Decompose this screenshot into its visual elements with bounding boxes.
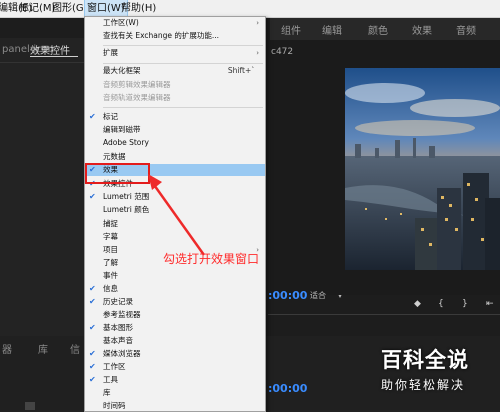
menu-item-history[interactable]: ✔ 历史记录: [85, 296, 265, 308]
scrubber-track[interactable]: [268, 314, 500, 315]
timeline-timecode: :00:00: [268, 382, 308, 395]
divider: [0, 62, 84, 63]
effect-controls-tab[interactable]: 效果控件: [30, 42, 70, 57]
menu-item-edit-to-tape[interactable]: 编辑到磁带: [85, 124, 265, 136]
menu-item-info[interactable]: ✔ 信息: [85, 283, 265, 295]
menu-item-exchange[interactable]: 查找有关 Exchange 的扩展功能...: [85, 30, 265, 42]
menu-item-timecode[interactable]: 时间码: [85, 400, 265, 410]
chevron-right-icon: ›: [256, 49, 259, 57]
in-point-icon[interactable]: {: [438, 299, 444, 309]
tab-audio[interactable]: 音频: [456, 22, 476, 37]
checkmark-icon: ✔: [89, 375, 96, 384]
menu-item-essential-sound[interactable]: 基本声音: [85, 335, 265, 347]
chevron-down-icon: ▾: [338, 293, 342, 300]
menu-separator: [103, 107, 263, 108]
tab-color[interactable]: 颜色: [368, 22, 388, 37]
menu-item-audio-track-effect-editor: 音频轨道效果编辑器: [103, 93, 171, 102]
watermark-title: 百科全说: [381, 348, 469, 372]
checkmark-icon: ✔: [89, 192, 96, 201]
annotation-text: 勾选打开效果窗口: [163, 252, 260, 266]
left-panel: [0, 38, 84, 336]
step-back-icon[interactable]: ⇤: [486, 299, 494, 309]
menu-item-audio-clip-effect-editor: 音频剪辑效果编辑器: [103, 80, 171, 89]
chevron-right-icon: ›: [256, 19, 259, 27]
checkmark-icon: ✔: [89, 323, 96, 332]
menu-separator: [103, 63, 263, 64]
tab-underline: [30, 56, 78, 57]
menu-item-maximize-frame[interactable]: 最大化框架 Shift+`: [85, 65, 265, 77]
bottom-tab-2[interactable]: 库: [38, 341, 48, 356]
menu-item-essential-graphics[interactable]: ✔ 基本图形: [85, 322, 265, 334]
out-point-icon[interactable]: }: [462, 299, 468, 309]
watermark-subtitle: 助你轻松解决: [381, 378, 466, 392]
program-timecode: :00:00: [268, 289, 308, 302]
tab-assembly[interactable]: 组件: [281, 22, 301, 37]
menu-help[interactable]: 帮助(H): [121, 0, 156, 17]
city-image: [345, 68, 500, 270]
checkmark-icon: ✔: [89, 284, 96, 293]
menu-item-workspaces[interactable]: 工作区(W) ›: [85, 17, 265, 29]
menu-item-events[interactable]: 事件: [85, 270, 265, 282]
city-photo: [345, 68, 500, 270]
bottom-tab-1[interactable]: 器: [2, 341, 12, 356]
workspace-tabs: 组件 编辑 颜色 效果 音频: [270, 18, 500, 40]
menu-item-extensions[interactable]: 扩展 ›: [85, 47, 265, 59]
checkmark-icon: ✔: [89, 349, 96, 358]
menu-item-media-browser[interactable]: ✔ 媒体浏览器: [85, 348, 265, 360]
menu-graphics[interactable]: 图形(G): [52, 0, 88, 17]
menu-separator: [103, 45, 263, 46]
menu-item-tools[interactable]: ✔ 工具: [85, 374, 265, 386]
checkmark-icon: ✔: [89, 112, 96, 121]
track-toggle[interactable]: [25, 402, 35, 410]
bottom-tab-3[interactable]: 信: [70, 341, 80, 356]
marker-icon[interactable]: ◆: [414, 299, 421, 309]
fit-label: 适合: [310, 291, 326, 300]
clip-name: c472: [271, 47, 294, 57]
fit-dropdown[interactable]: 适合 ▾: [310, 290, 354, 302]
checkmark-icon: ✔: [89, 297, 96, 306]
checkmark-icon: ✔: [89, 362, 96, 371]
menu-item-markers[interactable]: ✔ 标记: [85, 111, 265, 123]
menu-item-adobe-story[interactable]: Adobe Story: [85, 137, 265, 149]
watermark: 百科全说 助你轻松解决: [358, 342, 494, 402]
annotation-arrow-icon: [148, 174, 206, 256]
menu-marker[interactable]: 标记(M): [19, 0, 55, 17]
menu-item-reference-monitor[interactable]: 参考监视器: [85, 309, 265, 321]
menu-item-workspaces-panel[interactable]: ✔ 工作区: [85, 361, 265, 373]
tab-editing[interactable]: 编辑: [322, 22, 342, 37]
tab-effects[interactable]: 效果: [412, 22, 432, 37]
menu-item-libraries[interactable]: 库: [85, 387, 265, 399]
